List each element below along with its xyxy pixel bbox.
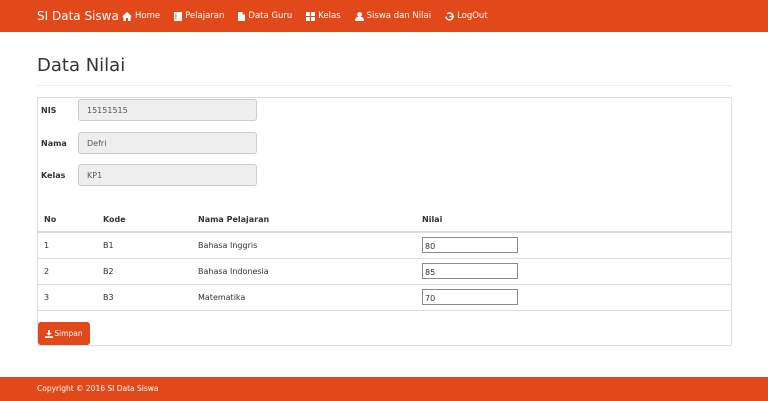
cell-kode: B2 <box>103 258 198 285</box>
book-icon <box>174 11 183 21</box>
cell-no: 1 <box>38 232 103 259</box>
col-header-kode: Kode <box>103 208 198 233</box>
nilai-panel: NIS 15151515 Nama Defri Kelas KP1 No Kod… <box>37 97 732 346</box>
cell-nama-pelajaran: Matematika <box>198 284 422 311</box>
nav-item-label: Pelajaran <box>185 11 225 21</box>
nilai-input[interactable]: 85 <box>422 263 518 279</box>
save-button-label: Simpan <box>54 329 83 338</box>
cell-kode: B3 <box>103 284 198 311</box>
nav-item-pelajaran[interactable]: Pelajaran <box>174 0 224 32</box>
cell-nilai: 80 <box>422 232 731 259</box>
nav-menu: Home Pelajaran Data Guru Kelas Siswa dan… <box>122 0 502 32</box>
footer: Copyright © 2016 SI Data Siswa <box>0 377 768 401</box>
nav-item-label: LogOut <box>457 11 488 21</box>
title-divider <box>37 85 732 86</box>
nav-item-siswa-dan-nilai[interactable]: Siswa dan Nilai <box>354 0 432 32</box>
table-row: 1 B1 Bahasa Inggris 80 <box>38 232 731 259</box>
download-icon <box>45 329 54 338</box>
col-header-no: No <box>38 208 103 233</box>
brand-link[interactable]: SI Data Siswa <box>37 0 119 32</box>
save-button[interactable]: Simpan <box>38 322 90 345</box>
cell-nilai: 85 <box>422 258 731 285</box>
kelas-field[interactable]: KP1 <box>78 164 257 186</box>
col-header-nilai: Nilai <box>422 208 731 233</box>
file-icon <box>238 11 246 21</box>
cell-kode: B1 <box>103 232 198 259</box>
nis-label: NIS <box>41 105 57 115</box>
nilai-input[interactable]: 80 <box>422 237 518 254</box>
nav-item-label: Siswa dan Nilai <box>366 11 432 21</box>
nav-item-label: Kelas <box>318 11 341 21</box>
table-row: 3 B3 Matematika 70 <box>38 284 731 311</box>
page-title: Data Nilai <box>37 55 126 76</box>
col-header-nama-pelajaran: Nama Pelajaran <box>198 208 422 233</box>
nav-item-label: Data Guru <box>248 11 293 21</box>
nilai-input[interactable]: 70 <box>422 289 518 305</box>
top-navbar: SI Data Siswa Home Pelajaran Data Guru K… <box>0 0 768 32</box>
cell-nama-pelajaran: Bahasa Indonesia <box>198 258 422 285</box>
nama-field[interactable]: Defri <box>78 132 257 154</box>
table-row: 2 B2 Bahasa Indonesia 85 <box>38 258 731 285</box>
user-icon <box>354 11 364 21</box>
nav-item-kelas[interactable]: Kelas <box>306 0 341 32</box>
nav-item-home[interactable]: Home <box>122 0 160 32</box>
logout-icon <box>445 11 455 21</box>
nav-item-label: Home <box>135 11 161 21</box>
kelas-label: Kelas <box>41 170 66 180</box>
cell-nilai: 70 <box>422 284 731 311</box>
cell-nama-pelajaran: Bahasa Inggris <box>198 232 422 259</box>
nama-label: Nama <box>41 138 67 148</box>
home-icon <box>122 11 132 21</box>
table-header-row: No Kode Nama Pelajaran Nilai <box>38 208 731 233</box>
footer-copyright: Copyright © 2016 SI Data Siswa <box>37 384 159 393</box>
nav-item-data-guru[interactable]: Data Guru <box>238 0 292 32</box>
grid-icon <box>306 11 316 21</box>
cell-no: 3 <box>38 284 103 311</box>
nis-field[interactable]: 15151515 <box>78 99 257 121</box>
nilai-table: No Kode Nama Pelajaran Nilai 1 B1 Bahasa… <box>38 208 731 311</box>
nav-item-logout[interactable]: LogOut <box>445 0 488 32</box>
cell-no: 2 <box>38 258 103 285</box>
